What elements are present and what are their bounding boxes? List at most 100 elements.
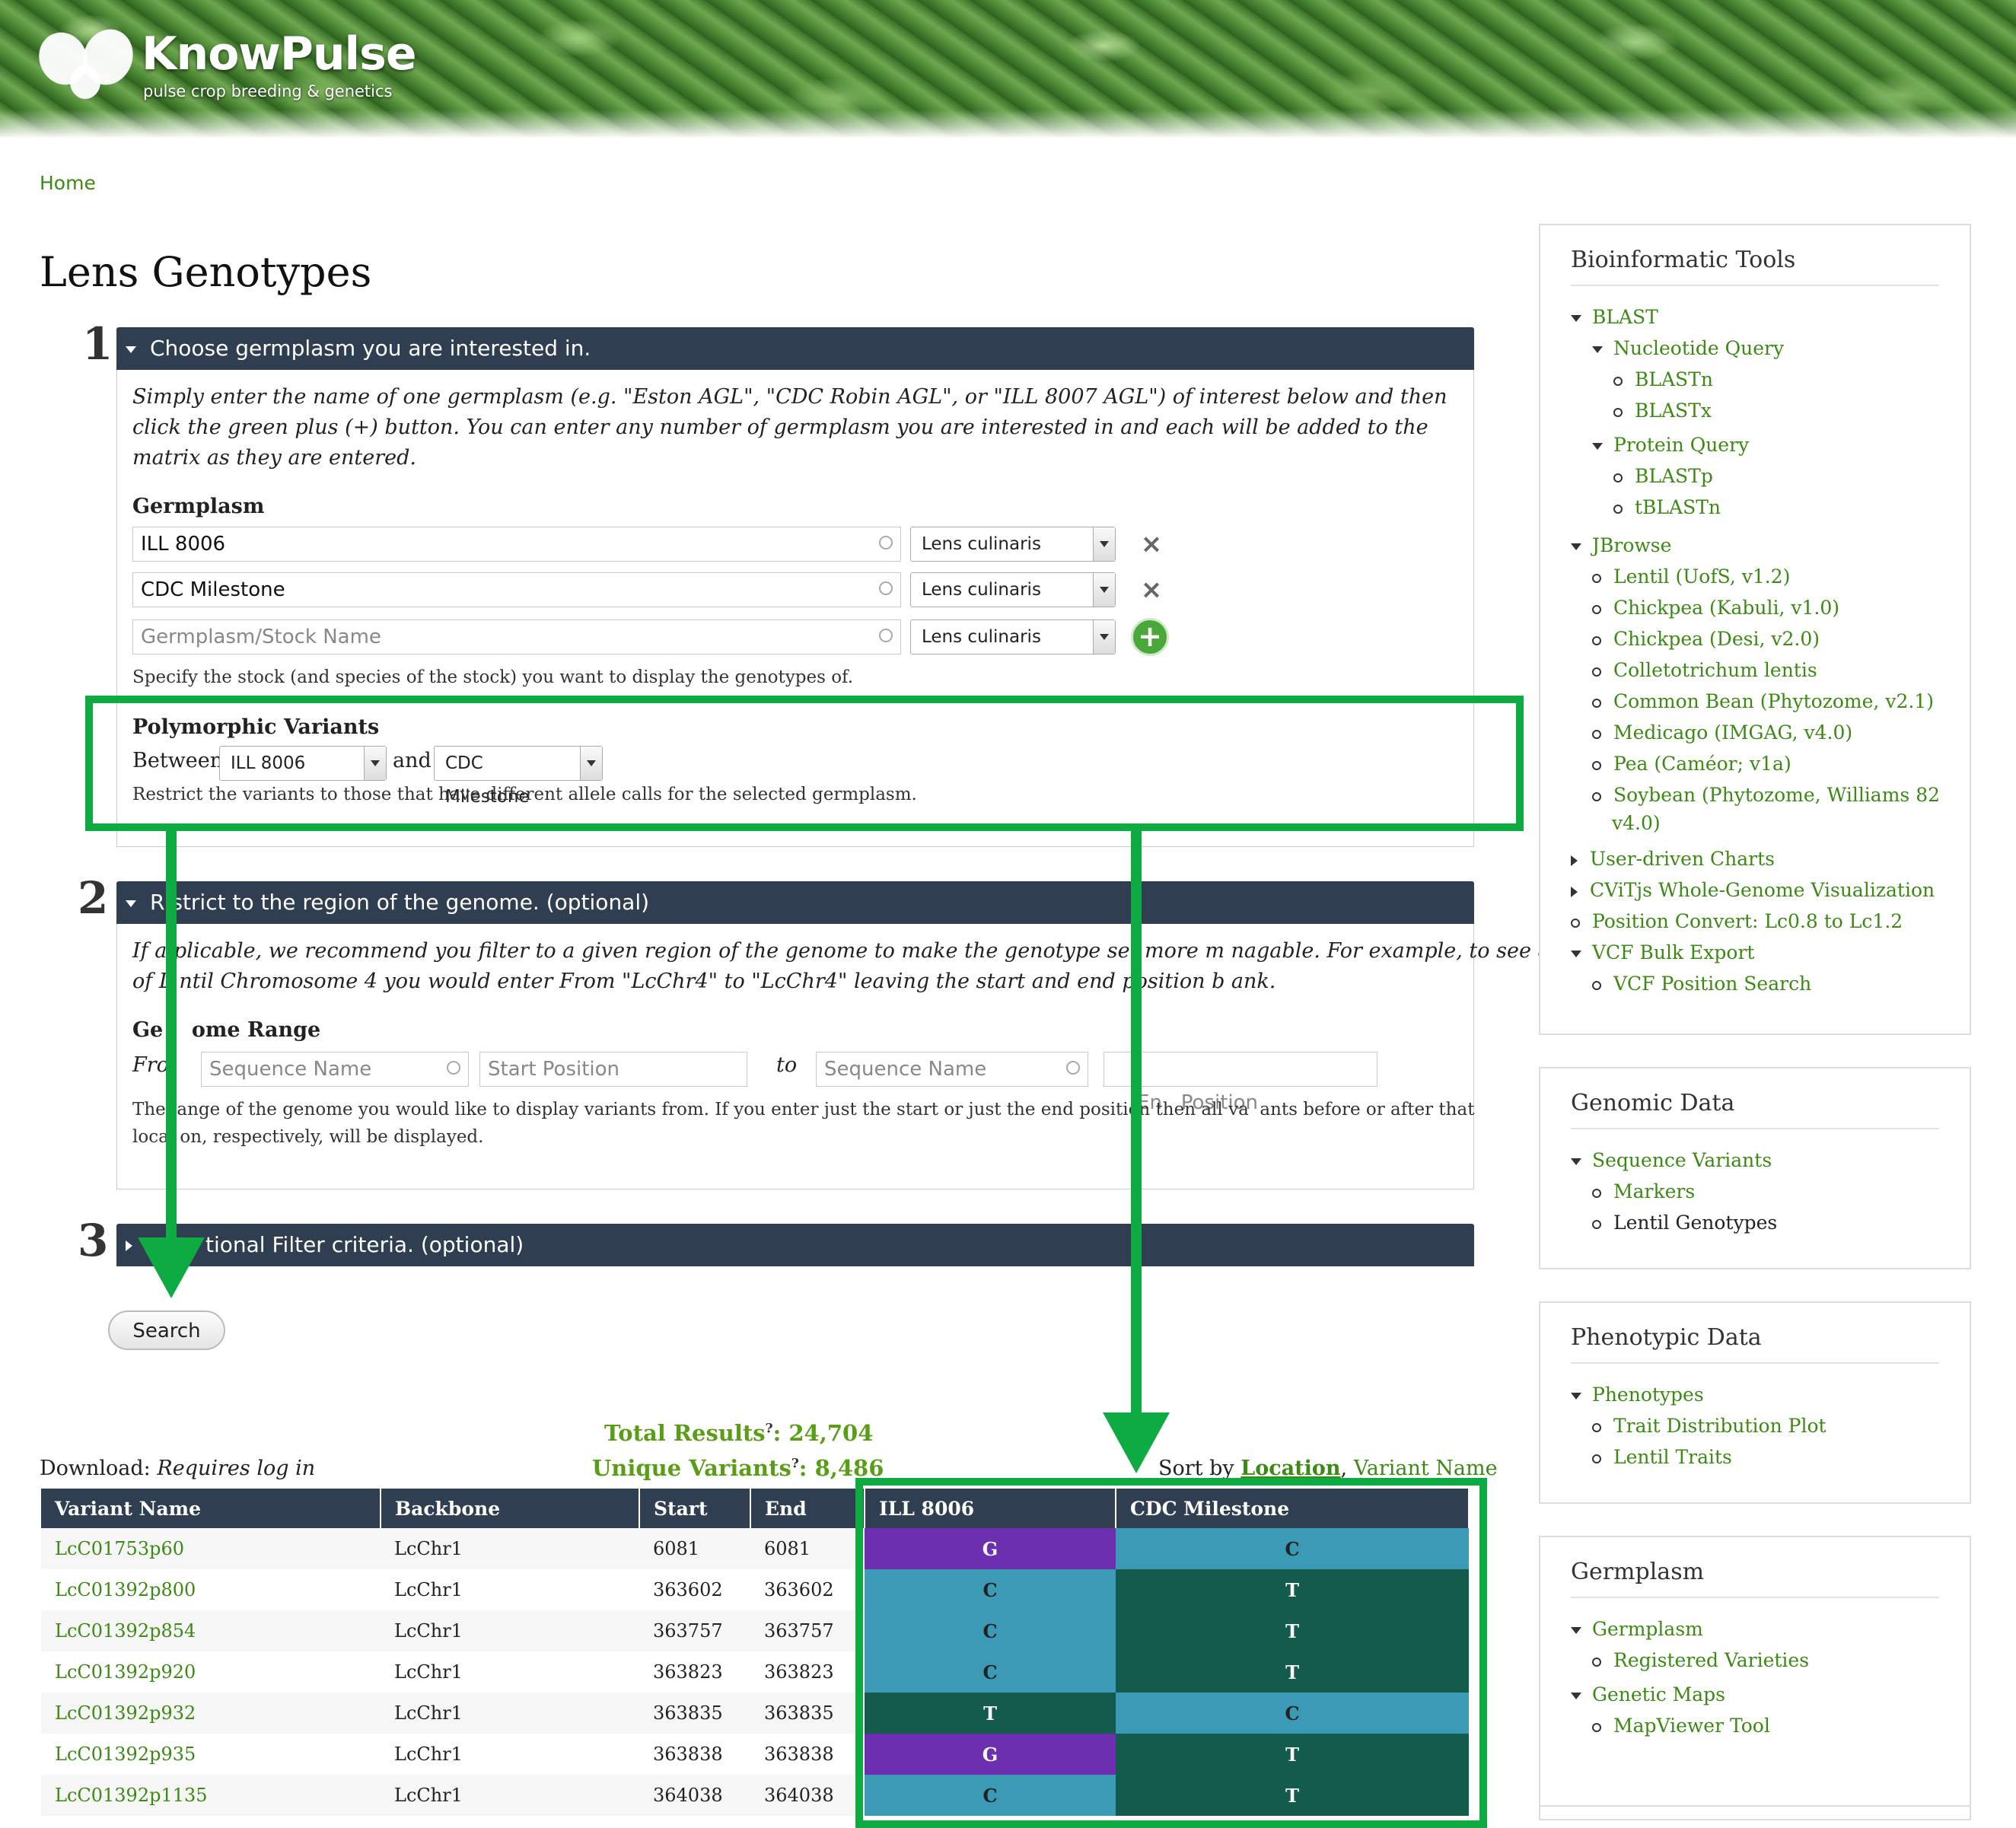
- sidebar-item-bioinformatic[interactable]: VCF Bulk Export: [1571, 941, 1754, 963]
- col-end[interactable]: End: [750, 1489, 865, 1528]
- step3-header[interactable]: tional Filter criteria. (optional): [116, 1224, 1474, 1266]
- knowpulse-logo-icon[interactable]: [30, 22, 141, 102]
- sidebar-item-germplasm[interactable]: Germplasm: [1571, 1618, 1703, 1640]
- variant-link[interactable]: LcC01392p935: [55, 1744, 196, 1765]
- remove-germplasm-2-close-icon[interactable]: ×: [1140, 577, 1163, 603]
- sidebar-link[interactable]: VCF Position Search: [1613, 973, 1811, 995]
- end-position-input[interactable]: En Position: [1104, 1052, 1377, 1114]
- sidebar-item-markers[interactable]: Markers: [1592, 1180, 1695, 1202]
- sidebar-active-item[interactable]: Lentil Genotypes: [1613, 1212, 1777, 1234]
- variant-name-cell[interactable]: LcC01392p854: [41, 1610, 381, 1651]
- variant-link[interactable]: LcC01392p854: [55, 1620, 196, 1642]
- remove-germplasm-1-close-icon[interactable]: ×: [1140, 531, 1163, 557]
- sidebar-item-bioinformatic[interactable]: Protein Query: [1592, 434, 1749, 456]
- sidebar-link[interactable]: Markers: [1613, 1180, 1695, 1202]
- sidebar-item-bioinformatic[interactable]: Pea (Caméor; v1a): [1592, 753, 1791, 775]
- sidebar-item-bioinformatic[interactable]: Position Convert: Lc0.8 to Lc1.2: [1571, 910, 1903, 932]
- sidebar-link[interactable]: Trait Distribution Plot: [1613, 1415, 1827, 1437]
- add-germplasm-plus-icon[interactable]: +: [1131, 618, 1169, 656]
- to-sequence-input[interactable]: Sequence Name: [816, 1052, 1088, 1087]
- sidebar-link[interactable]: v4.0): [1612, 812, 1661, 834]
- sidebar-item-bioinformatic[interactable]: Nucleotide Query: [1592, 337, 1784, 359]
- sort-variant-name-link[interactable]: Variant Name: [1354, 1457, 1498, 1480]
- sidebar-link[interactable]: Common Bean (Phytozome, v2.1): [1613, 690, 1934, 712]
- sidebar-item-bioinformatic[interactable]: BLASTx: [1613, 400, 1712, 422]
- sidebar-item-sequence-variants[interactable]: Sequence Variants: [1571, 1149, 1772, 1171]
- sidebar-item-bioinformatic[interactable]: Common Bean (Phytozome, v2.1): [1592, 690, 1934, 712]
- from-sequence-input[interactable]: Sequence Name: [201, 1052, 469, 1087]
- unique-variants-help[interactable]: ?: [791, 1456, 799, 1471]
- sidebar-link[interactable]: CViTjs Whole-Genome Visualization: [1590, 879, 1935, 901]
- sidebar-link[interactable]: BLAST: [1592, 306, 1658, 328]
- sidebar-item-lentil-genotypes[interactable]: Lentil Genotypes: [1592, 1212, 1777, 1234]
- sidebar-link[interactable]: JBrowse: [1592, 534, 1671, 556]
- sidebar-item-bioinformatic[interactable]: User-driven Charts: [1571, 848, 1775, 870]
- sidebar-item-bioinformatic[interactable]: BLASTn: [1613, 368, 1713, 390]
- search-button[interactable]: Search: [108, 1310, 225, 1350]
- sidebar-link[interactable]: Nucleotide Query: [1613, 337, 1784, 359]
- breadcrumb-home-link[interactable]: Home: [40, 172, 96, 194]
- step1-header[interactable]: Choose germplasm you are interested in.: [116, 327, 1474, 370]
- sidebar-item-bioinformatic[interactable]: v4.0): [1612, 812, 1661, 834]
- sidebar-link[interactable]: User-driven Charts: [1590, 848, 1775, 870]
- variant-name-cell[interactable]: LcC01392p800: [41, 1569, 381, 1610]
- sidebar-link[interactable]: Colletotrichum lentis: [1613, 659, 1817, 681]
- sidebar-link[interactable]: Pea (Caméor; v1a): [1613, 753, 1791, 775]
- variant-link[interactable]: LcC01392p1135: [55, 1785, 208, 1806]
- variant-name-cell[interactable]: LcC01392p935: [41, 1734, 381, 1775]
- sidebar-link[interactable]: Chickpea (Kabuli, v1.0): [1613, 597, 1839, 619]
- sidebar-link[interactable]: Medicago (IMGAG, v4.0): [1613, 721, 1852, 744]
- sidebar-link[interactable]: Registered Varieties: [1613, 1649, 1809, 1671]
- sidebar-item-bioinformatic[interactable]: Chickpea (Desi, v2.0): [1592, 628, 1820, 650]
- sidebar-link[interactable]: tBLASTn: [1635, 496, 1721, 518]
- sidebar-link[interactable]: Protein Query: [1613, 434, 1749, 456]
- sidebar-item-bioinformatic[interactable]: JBrowse: [1571, 534, 1671, 556]
- species-select-new[interactable]: Lens culinaris: [910, 619, 1116, 654]
- variant-link[interactable]: LcC01753p60: [55, 1538, 184, 1559]
- sidebar-item-trait-distribution[interactable]: Trait Distribution Plot: [1592, 1415, 1827, 1437]
- sidebar-item-genetic-maps[interactable]: Genetic Maps: [1571, 1683, 1725, 1705]
- col-start[interactable]: Start: [639, 1489, 751, 1528]
- variant-link[interactable]: LcC01392p920: [55, 1661, 196, 1683]
- sidebar-item-bioinformatic[interactable]: BLAST: [1571, 306, 1658, 328]
- col-variant-name[interactable]: Variant Name: [41, 1489, 381, 1528]
- variant-name-cell[interactable]: LcC01392p1135: [41, 1775, 381, 1816]
- sidebar-link[interactable]: BLASTp: [1635, 465, 1713, 487]
- sidebar-item-mapviewer[interactable]: MapViewer Tool: [1592, 1715, 1770, 1737]
- sidebar-item-lentil-traits[interactable]: Lentil Traits: [1592, 1446, 1732, 1468]
- start-position-input[interactable]: Start Position: [479, 1052, 747, 1087]
- sidebar-link[interactable]: Sequence Variants: [1592, 1149, 1772, 1171]
- sidebar-item-bioinformatic[interactable]: Chickpea (Kabuli, v1.0): [1592, 597, 1839, 619]
- sidebar-link[interactable]: Germplasm: [1592, 1618, 1703, 1640]
- germplasm-input-1[interactable]: ILL 8006: [132, 527, 901, 562]
- species-select-2[interactable]: Lens culinaris: [910, 572, 1116, 607]
- sidebar-link[interactable]: Genetic Maps: [1592, 1683, 1725, 1705]
- sidebar-link[interactable]: MapViewer Tool: [1613, 1715, 1770, 1737]
- variant-name-cell[interactable]: LcC01392p920: [41, 1651, 381, 1693]
- variant-link[interactable]: LcC01392p800: [55, 1579, 196, 1600]
- species-select-1[interactable]: Lens culinaris: [910, 527, 1116, 562]
- sidebar-link[interactable]: Lentil Traits: [1613, 1446, 1732, 1468]
- sidebar-link[interactable]: BLASTx: [1635, 400, 1712, 422]
- sidebar-link[interactable]: Phenotypes: [1592, 1384, 1704, 1406]
- sidebar-link[interactable]: Position Convert: Lc0.8 to Lc1.2: [1592, 910, 1903, 932]
- sidebar-item-phenotypes[interactable]: Phenotypes: [1571, 1384, 1704, 1406]
- variant-link[interactable]: LcC01392p932: [55, 1702, 196, 1724]
- sidebar-item-bioinformatic[interactable]: tBLASTn: [1613, 496, 1721, 518]
- sidebar-link[interactable]: Chickpea (Desi, v2.0): [1613, 628, 1820, 650]
- sidebar-link[interactable]: VCF Bulk Export: [1592, 941, 1754, 963]
- sidebar-item-bioinformatic[interactable]: Medicago (IMGAG, v4.0): [1592, 721, 1852, 744]
- step2-header[interactable]: R strict to the region of the genome. (o…: [116, 881, 1474, 924]
- sidebar-link[interactable]: BLASTn: [1635, 368, 1713, 390]
- variant-name-cell[interactable]: LcC01753p60: [41, 1528, 381, 1569]
- sidebar-link[interactable]: Lentil (UofS, v1.2): [1613, 565, 1790, 588]
- sidebar-item-bioinformatic[interactable]: VCF Position Search: [1592, 973, 1811, 995]
- sidebar-item-bioinformatic[interactable]: Soybean (Phytozome, Williams 82: [1592, 784, 1940, 806]
- sidebar-item-bioinformatic[interactable]: Lentil (UofS, v1.2): [1592, 565, 1790, 588]
- sidebar-item-bioinformatic[interactable]: BLASTp: [1613, 465, 1713, 487]
- sort-location-link[interactable]: Location: [1240, 1457, 1340, 1480]
- site-name[interactable]: KnowPulse: [142, 27, 417, 81]
- col-backbone[interactable]: Backbone: [381, 1489, 640, 1528]
- variant-name-cell[interactable]: LcC01392p932: [41, 1693, 381, 1734]
- germplasm-input-2[interactable]: CDC Milestone: [132, 572, 901, 607]
